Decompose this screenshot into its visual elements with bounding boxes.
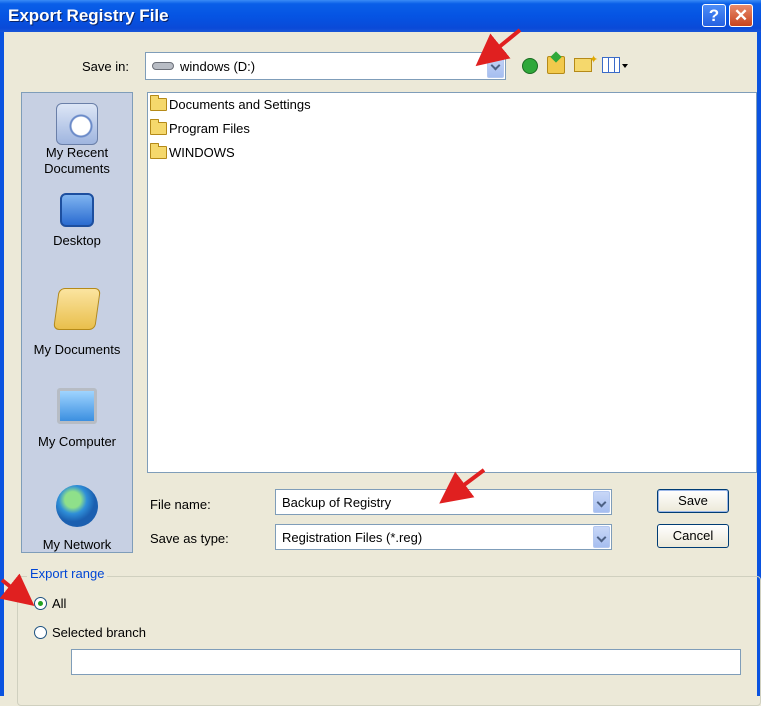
annotation-arrows: [0, 28, 522, 606]
annotation-arrow-file-name: [439, 468, 486, 504]
annotation-arrow-save-in: [475, 28, 522, 67]
annotation-arrow-all: [0, 573, 35, 606]
